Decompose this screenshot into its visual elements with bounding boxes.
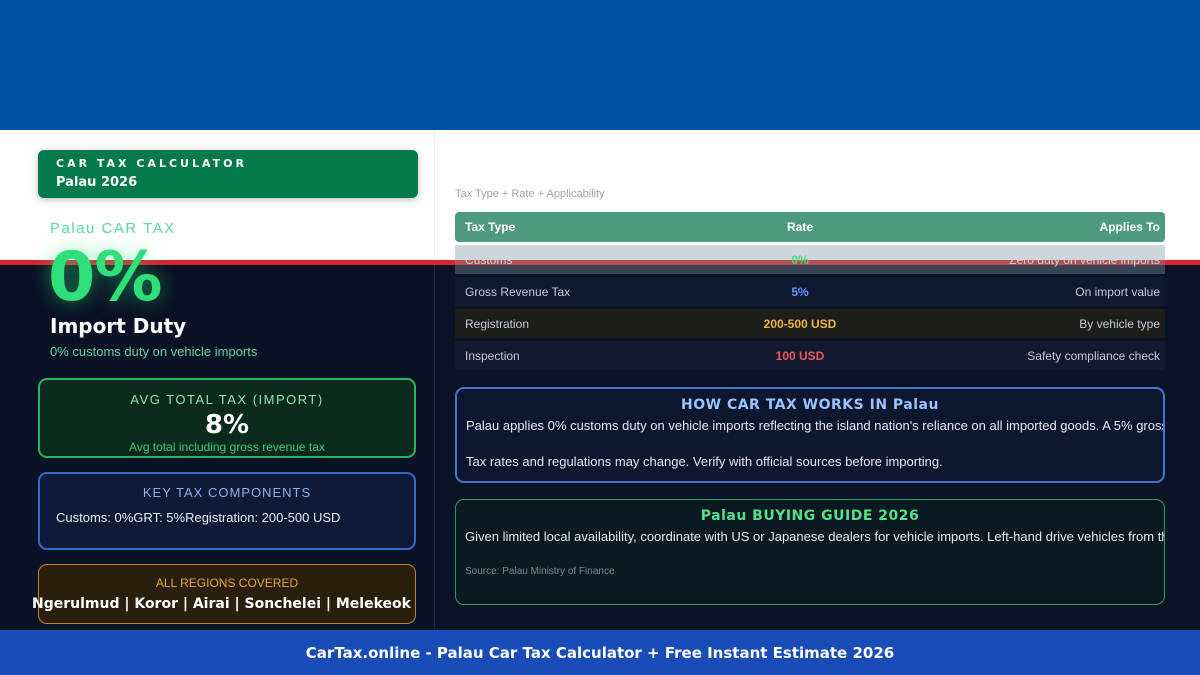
cell-tax-type: Registration: [465, 316, 530, 331]
header-tax-type: Tax Type: [465, 220, 516, 234]
avg-total-tax-value: 8%: [204, 410, 250, 440]
table-row: Registration 200-500 USD By vehicle type: [455, 309, 1165, 338]
tax-table: Tax Type Rate Applies To Customs 0% Zero…: [455, 212, 1165, 370]
cell-tax-type: Gross Revenue Tax: [465, 284, 571, 299]
key-tax-components-title: KEY TAX COMPONENTS: [142, 485, 312, 500]
import-duty-rate: 0%: [48, 238, 162, 317]
calculator-header-card: CAR TAX CALCULATOR Palau 2026: [38, 150, 418, 198]
import-duty-description: 0% customs duty on vehicle imports: [50, 344, 258, 359]
table-row: Customs 0% Zero duty on vehicle imports: [455, 245, 1165, 274]
cell-tax-type: Customs: [465, 252, 513, 267]
header-applies-to: Applies To: [1099, 220, 1160, 234]
top-banner: [0, 0, 1200, 130]
cell-rate: 5%: [791, 284, 809, 299]
avg-total-tax-box: AVG TOTAL TAX (IMPORT) 8% Avg total incl…: [38, 378, 416, 458]
country-title: Palau CAR TAX: [50, 220, 176, 237]
footer-banner: CarTax.online - Palau Car Tax Calculator…: [0, 630, 1200, 675]
how-car-tax-works-box: HOW CAR TAX WORKS IN Palau Palau applies…: [455, 387, 1165, 483]
import-duty-label: Import Duty: [50, 314, 187, 338]
cell-tax-type: Inspection: [465, 348, 520, 363]
table-row: Gross Revenue Tax 5% On import value: [455, 277, 1165, 306]
cell-rate: 100 USD: [775, 348, 825, 363]
key-tax-components-box: KEY TAX COMPONENTS Customs: 0%GRT: 5%Reg…: [38, 472, 416, 550]
table-header: Tax Type Rate Applies To: [455, 212, 1165, 242]
how-car-tax-works-text: Palau applies 0% customs duty on vehicle…: [466, 418, 1165, 433]
table-row: Inspection 100 USD Safety compliance che…: [455, 341, 1165, 370]
cell-applies-to: On import value: [1075, 284, 1160, 299]
buying-guide-source: Source: Palau Ministry of Finance: [465, 566, 615, 577]
cell-applies-to: Safety compliance check: [1027, 348, 1160, 363]
cell-applies-to: Zero duty on vehicle imports: [1009, 252, 1160, 267]
how-car-tax-works-title: HOW CAR TAX WORKS IN Palau: [681, 397, 939, 413]
header-kicker: CAR TAX CALCULATOR: [56, 157, 247, 170]
regions-title: ALL REGIONS COVERED: [155, 576, 299, 590]
buying-guide-box: Palau BUYING GUIDE 2026 Given limited lo…: [455, 499, 1165, 605]
key-tax-components-text: Customs: 0%GRT: 5%Registration: 200-500 …: [56, 510, 341, 525]
cell-rate: 200-500 USD: [763, 316, 837, 331]
buying-guide-title: Palau BUYING GUIDE 2026: [700, 508, 920, 524]
column-divider: [434, 130, 435, 260]
how-car-tax-works-disclaimer: Tax rates and regulations may change. Ve…: [466, 454, 943, 469]
cell-rate: 0%: [791, 252, 809, 267]
avg-total-tax-title: AVG TOTAL TAX (IMPORT): [130, 392, 324, 407]
table-caption: Tax Type + Rate + Applicability: [455, 188, 605, 200]
regions-box: ALL REGIONS COVERED: [38, 564, 416, 624]
avg-total-tax-desc: Avg total including gross revenue tax: [129, 440, 325, 454]
header-rate: Rate: [786, 220, 813, 234]
regions-list: Ngerulmud | Koror | Airai | Sonchelei | …: [32, 596, 411, 612]
buying-guide-text: Given limited local availability, coordi…: [465, 529, 1164, 544]
cell-applies-to: By vehicle type: [1079, 316, 1160, 331]
footer-text: CarTax.online - Palau Car Tax Calculator…: [305, 643, 895, 662]
header-subtitle: Palau 2026: [56, 175, 138, 190]
